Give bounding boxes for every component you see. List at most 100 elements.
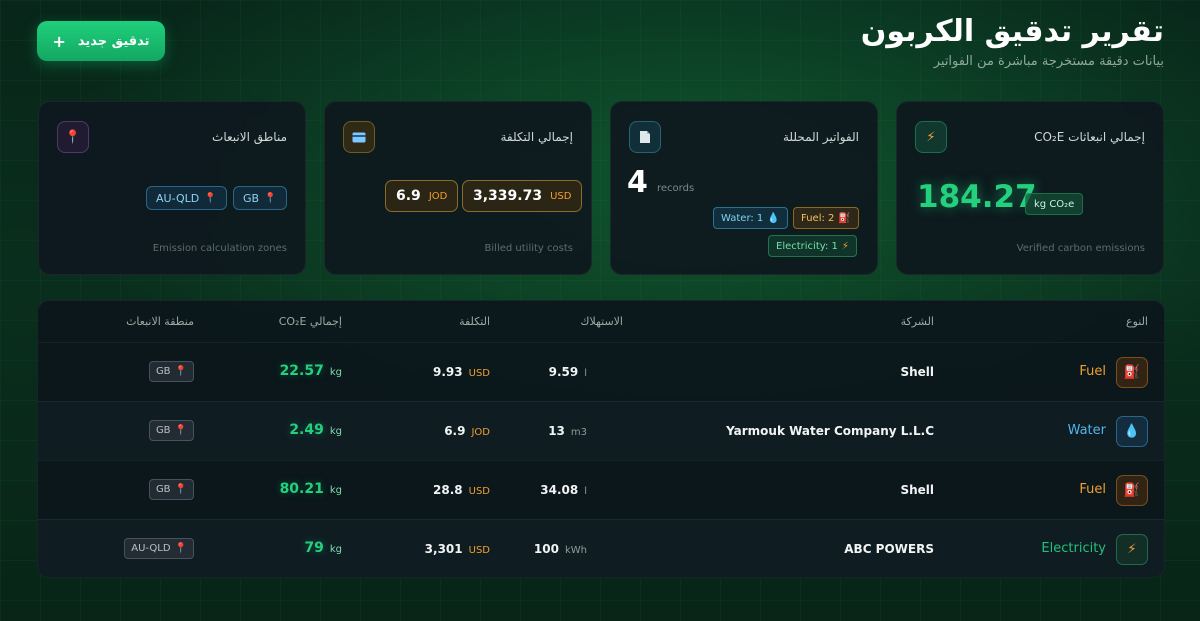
consumption-value: 13 xyxy=(548,424,565,438)
fuel-pump-icon: ⛽ xyxy=(1116,475,1148,506)
zone-label: AU-QLD xyxy=(131,543,171,554)
cost-usd-currency: USD xyxy=(550,190,572,202)
card-footer: Billed utility costs xyxy=(484,243,573,254)
co2-cell: 2.49 kg xyxy=(289,422,342,438)
new-audit-label: تدقيق جديد xyxy=(77,33,150,49)
page-subtitle: بيانات دقيقة مستخرجة مباشرة من الفواتير xyxy=(933,54,1164,69)
table-row[interactable]: ⚡ Electricity ABC POWERS 100 kWh 3,301 U… xyxy=(38,519,1164,577)
analyzed-invoices-card: الفواتير المحللة 4 records Water: 1 💧 Fu… xyxy=(610,101,878,275)
card-footer: Emission calculation zones xyxy=(152,243,287,254)
cost-value: 9.93 xyxy=(433,365,463,379)
card-header: ⚡ إجمالي انبعاثات CO₂E xyxy=(915,121,1145,153)
header-type: النوع xyxy=(1126,315,1148,328)
consumption-unit: m3 xyxy=(570,427,587,438)
company-name: Shell xyxy=(900,365,934,379)
co2-unit: kg xyxy=(329,367,342,378)
header-company: الشركة xyxy=(900,315,934,328)
header-consumption: الاستهلاك xyxy=(580,315,623,328)
fuel-count-chip: Fuel: 2 ⛽ xyxy=(793,207,859,229)
cost-cell: 28.8 USD xyxy=(433,483,490,497)
type-label: Electricity xyxy=(1041,541,1106,556)
co2-unit: kg xyxy=(329,426,342,437)
document-icon xyxy=(629,121,661,153)
table-row[interactable]: ⛽ Fuel Shell 9.59 l 9.93 USD 22.57 kg GB… xyxy=(38,342,1164,401)
cost-cell: 6.9 JOD xyxy=(444,424,490,438)
consumption-value: 100 xyxy=(533,542,559,556)
plus-icon: + xyxy=(52,31,66,51)
consumption-unit: l xyxy=(584,368,587,379)
cost-currency: USD xyxy=(468,545,490,556)
page-header: تقرير تدقيق الكربون بيانات دقيقة مستخرجة… xyxy=(0,0,1200,90)
pin-icon: 📍 xyxy=(174,425,187,436)
header-cost: التكلفة xyxy=(459,315,490,328)
zone-label: GB xyxy=(243,191,260,205)
bolt-icon: ⚡ xyxy=(1116,534,1148,565)
cost-jod-value: 6.9 xyxy=(396,188,421,204)
page-title: تقرير تدقيق الكربون xyxy=(860,14,1164,49)
type-label: Water xyxy=(1067,423,1106,438)
bolt-icon: ⚡ xyxy=(915,121,947,153)
chip-label: Fuel: 2 xyxy=(801,212,835,224)
cost-usd-value: 3,339.73 xyxy=(473,188,543,204)
emissions-value: 184.27 xyxy=(917,179,1037,215)
new-audit-button[interactable]: تدقيق جديد + xyxy=(37,21,165,61)
consumption-value: 9.59 xyxy=(548,365,579,379)
emissions-unit: kg CO₂e xyxy=(1025,193,1084,215)
pin-icon: 📍 xyxy=(174,543,187,554)
co2-value: 22.57 xyxy=(279,363,324,379)
table-row[interactable]: 💧 Water Yarmouk Water Company L.L.C 13 m… xyxy=(38,401,1164,460)
co2-value: 80.21 xyxy=(279,481,324,497)
cost-value: 3,301 xyxy=(424,542,463,556)
zone-label: GB xyxy=(155,366,171,377)
card-title: الفواتير المحللة xyxy=(782,130,859,144)
cost-jod-currency: JOD xyxy=(428,190,448,202)
header-zone: منطقة الانبعاث xyxy=(126,315,194,328)
consumption-unit: l xyxy=(584,486,587,497)
bolt-icon: ⚡ xyxy=(841,240,849,252)
cost-value: 6.9 xyxy=(444,424,466,438)
zone-badge: GB 📍 xyxy=(148,361,194,382)
pin-icon: 📍 xyxy=(264,192,277,204)
electricity-count-chip: Electricity: 1 ⚡ xyxy=(768,235,857,257)
type-label: Fuel xyxy=(1079,364,1106,379)
pin-icon: 📍 xyxy=(174,366,187,377)
zone-label: GB xyxy=(155,425,171,436)
co2-value: 79 xyxy=(304,540,324,556)
zone-label: GB xyxy=(155,484,171,495)
co2-value: 2.49 xyxy=(289,422,324,438)
table-row[interactable]: ⛽ Fuel Shell 34.08 l 28.8 USD 80.21 kg G… xyxy=(38,460,1164,519)
co2-unit: kg xyxy=(329,544,342,555)
cost-cell: 9.93 USD xyxy=(433,365,490,379)
company-name: Yarmouk Water Company L.L.C xyxy=(726,424,934,438)
co2-cell: 80.21 kg xyxy=(280,481,342,497)
consumption-cell: 34.08 l xyxy=(540,483,587,497)
water-drop-icon: 💧 xyxy=(1116,416,1148,447)
fuel-pump-icon: ⛽ xyxy=(838,212,851,224)
cost-jod-chip: 6.9 JOD xyxy=(385,180,459,212)
emission-zones-card: 📍 مناطق الانبعاث GB 📍 AU-QLD 📍 Emission … xyxy=(38,101,306,275)
company-name: Shell xyxy=(900,483,934,497)
cost-value: 28.8 xyxy=(433,483,463,497)
total-cost-card: إجمالي التكلفة 3,339.73 USD 6.9 JOD Bill… xyxy=(324,101,592,275)
zone-label: AU-QLD xyxy=(156,191,200,205)
fuel-pump-icon: ⛽ xyxy=(1116,357,1148,388)
table-header: النوع الشركة الاستهلاك التكلفة إجمالي CO… xyxy=(38,301,1164,343)
water-drop-icon: 💧 xyxy=(767,212,780,224)
consumption-cell: 100 kWh xyxy=(534,542,587,556)
cost-currency: JOD xyxy=(471,427,490,438)
cost-cell: 3,301 USD xyxy=(425,542,490,556)
co2-cell: 22.57 kg xyxy=(280,363,342,379)
pin-icon: 📍 xyxy=(204,192,217,204)
chip-label: Electricity: 1 xyxy=(776,240,838,252)
invoice-count-unit: records xyxy=(657,183,695,194)
total-emissions-card: ⚡ إجمالي انبعاثات CO₂E 184.27 kg CO₂e Ve… xyxy=(896,101,1164,275)
co2-unit: kg xyxy=(329,485,342,496)
pin-icon: 📍 xyxy=(57,121,89,153)
cost-usd-chip: 3,339.73 USD xyxy=(462,180,583,212)
consumption-cell: 13 m3 xyxy=(548,424,587,438)
card-header: 📍 مناطق الانبعاث xyxy=(57,121,287,153)
card-title: إجمالي انبعاثات CO₂E xyxy=(1034,130,1145,144)
card-title: مناطق الانبعاث xyxy=(212,130,287,144)
consumption-cell: 9.59 l xyxy=(549,365,587,379)
water-count-chip: Water: 1 💧 xyxy=(713,207,788,229)
